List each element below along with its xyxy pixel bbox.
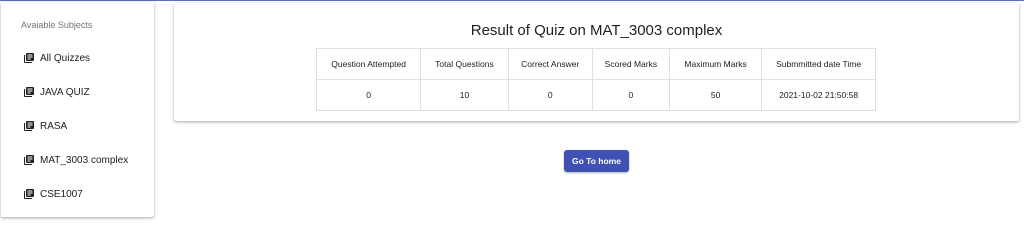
result-title: Result of Quiz on MAT_3003 complex <box>470 22 723 39</box>
table-row: 0 10 0 0 50 2021-10-02 21:50:58 <box>315 79 876 111</box>
column-header: Scored Marks <box>591 48 670 80</box>
column-header: Question Attempted <box>315 48 422 80</box>
library-books-icon <box>24 121 34 131</box>
column-header: Submmitted date Time <box>761 48 876 80</box>
top-accent-line <box>0 0 1024 1</box>
sidebar-item-rasa[interactable]: RASA <box>23 116 67 136</box>
column-header: Correct Answer <box>507 48 593 80</box>
sidebar-item-label: MAT_3003 complex <box>40 154 129 166</box>
go-to-home-button[interactable]: Go To home <box>564 150 629 172</box>
table-cell: 10 <box>420 79 509 111</box>
library-books-icon <box>24 189 34 199</box>
sidebar-header: Avaiable Subjects <box>21 20 93 30</box>
column-header: Total Questions <box>420 48 509 80</box>
library-books-icon <box>24 155 34 165</box>
result-card: Result of Quiz on MAT_3003 complex Quest… <box>174 3 1019 121</box>
library-books-icon <box>24 53 34 63</box>
sidebar-item-java-quiz[interactable]: JAVA QUIZ <box>23 82 90 102</box>
sidebar-item-label: RASA <box>40 120 68 132</box>
result-table: Question Attempted Total Questions Corre… <box>315 48 876 111</box>
table-cell: 0 <box>507 79 593 111</box>
sidebar-item-label: All Quizzes <box>40 52 91 64</box>
sidebar-item-mat-3003-complex[interactable]: MAT_3003 complex <box>23 150 128 170</box>
column-header: Maximum Marks <box>668 48 763 80</box>
subjects-sidebar: Avaiable Subjects All Quizzes JAVA QUIZ … <box>1 2 154 217</box>
sidebar-item-label: CSE1007 <box>40 188 83 200</box>
sidebar-item-cse1007[interactable]: CSE1007 <box>23 184 83 204</box>
sidebar-item-label: JAVA QUIZ <box>40 86 90 98</box>
table-header-row: Question Attempted Total Questions Corre… <box>315 48 876 80</box>
table-cell: 50 <box>668 79 763 111</box>
table-cell: 0 <box>315 79 422 111</box>
sidebar-item-all-quizzes[interactable]: All Quizzes <box>23 48 90 68</box>
table-cell: 0 <box>591 79 670 111</box>
table-cell: 2021-10-02 21:50:58 <box>761 79 876 111</box>
library-books-icon <box>24 87 34 97</box>
